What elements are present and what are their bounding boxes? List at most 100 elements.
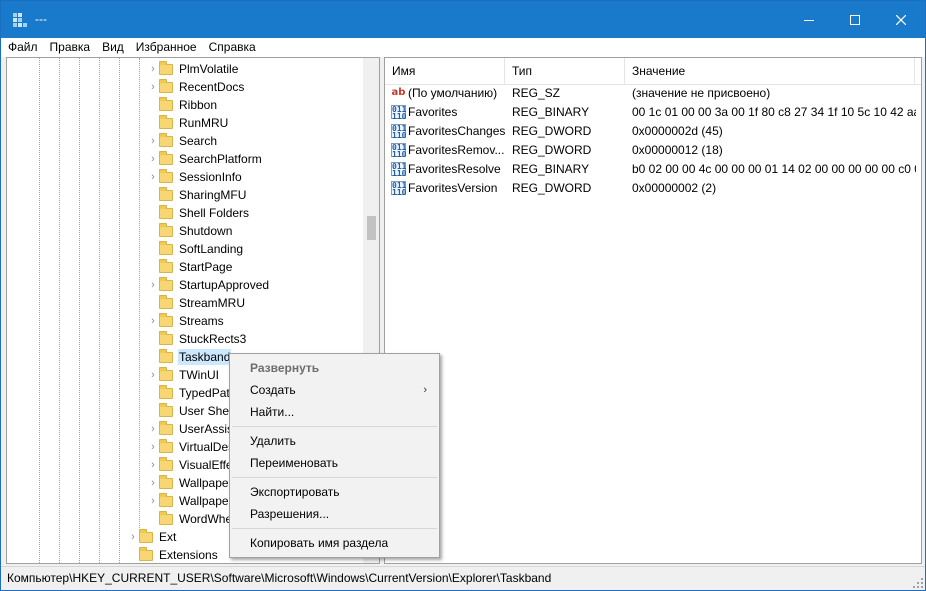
chevron-right-icon[interactable]: › — [147, 60, 159, 78]
folder-icon — [159, 78, 173, 93]
tree-item[interactable]: › SessionInfo — [147, 168, 243, 186]
tree-item[interactable]: StreamMRU — [147, 294, 246, 312]
folder-icon — [159, 492, 173, 507]
tree-item[interactable]: RunMRU — [147, 114, 229, 132]
binary-value-icon: 011 110 — [391, 162, 407, 178]
tree-item[interactable]: › StartupApproved — [147, 276, 270, 294]
menu-file[interactable]: Файл — [1, 38, 44, 57]
cell-value: (значение не присвоено) — [632, 86, 771, 100]
cell-type: REG_DWORD — [512, 124, 592, 138]
tree-item[interactable]: › PlmVolatile — [147, 60, 239, 78]
cell-type: REG_BINARY — [512, 105, 590, 119]
folder-icon — [159, 150, 173, 165]
tree-item-label: SessionInfo — [179, 170, 242, 184]
table-row[interactable]: 011 110 FavoritesRemov... REG_DWORD 0x000000… — [385, 141, 921, 160]
menu-view[interactable]: Вид — [96, 38, 130, 57]
tree-item[interactable]: SharingMFU — [147, 186, 247, 204]
folder-icon — [159, 60, 173, 75]
resize-grip-icon[interactable] — [913, 578, 923, 588]
tree-item[interactable]: › Streams — [147, 312, 225, 330]
chevron-right-icon[interactable]: › — [147, 420, 159, 438]
tree-item[interactable]: Extensions — [127, 546, 219, 563]
tree-item[interactable]: Ribbon — [147, 96, 218, 114]
folder-icon — [159, 294, 173, 309]
column-type-header[interactable]: Тип — [505, 58, 625, 84]
cell-value: b0 02 00 00 4c 00 00 00 01 14 02 00 00 0… — [632, 162, 916, 176]
tree-item[interactable]: SoftLanding — [147, 240, 244, 258]
tree-item-label: RunMRU — [179, 116, 229, 130]
folder-icon — [139, 528, 153, 543]
minimize-button[interactable] — [786, 1, 832, 38]
chevron-right-icon[interactable]: › — [147, 150, 159, 168]
tree-item-label: Extensions — [159, 548, 218, 562]
folder-icon — [159, 330, 173, 345]
tree-item[interactable]: Shell Folders — [147, 204, 250, 222]
menu-help[interactable]: Справка — [203, 38, 262, 57]
window-title: --- — [35, 12, 47, 26]
chevron-right-icon[interactable]: › — [127, 528, 139, 546]
tree-item[interactable]: › SearchPlatform — [147, 150, 263, 168]
column-value-header[interactable]: Значение — [625, 58, 915, 84]
chevron-right-icon[interactable]: › — [147, 492, 159, 510]
title-bar[interactable]: --- — [1, 1, 925, 38]
tree-item[interactable]: StartPage — [147, 258, 233, 276]
tree-item-label: RecentDocs — [179, 80, 245, 94]
tree-scrollbar-thumb[interactable] — [367, 216, 376, 240]
maximize-icon — [850, 14, 860, 25]
folder-icon — [159, 276, 173, 291]
chevron-right-icon[interactable]: › — [147, 474, 159, 492]
table-row[interactable]: 011 110 Favorites REG_BINARY 00 1c 01 00 00 … — [385, 103, 921, 122]
chevron-right-icon[interactable]: › — [147, 168, 159, 186]
chevron-right-icon[interactable]: › — [147, 132, 159, 150]
ctx-permissions[interactable]: Разрешения... — [232, 503, 437, 525]
tree-item[interactable]: › UserAssist — [147, 420, 237, 438]
close-icon — [896, 14, 906, 25]
close-button[interactable] — [878, 1, 924, 38]
chevron-right-icon[interactable]: › — [147, 456, 159, 474]
table-row[interactable]: 011 110 FavoritesVersion REG_DWORD 0x0000000… — [385, 179, 921, 198]
tree-item-label: SearchPlatform — [179, 152, 262, 166]
tree-item[interactable]: StuckRects3 — [147, 330, 247, 348]
column-name-header[interactable]: Имя — [385, 58, 505, 84]
folder-icon — [159, 366, 173, 381]
tree-item[interactable]: Shutdown — [147, 222, 233, 240]
cell-type: REG_SZ — [512, 86, 561, 100]
table-row[interactable]: ab (По умолчанию) REG_SZ (значение не присв… — [385, 84, 921, 103]
cell-name: (По умолчанию) — [408, 86, 498, 100]
values-list[interactable]: Имя Тип Значение ab (По умолчанию) REG_SZ (… — [384, 57, 922, 564]
ctx-create[interactable]: Создать › — [232, 379, 437, 401]
menu-favorites[interactable]: Избранное — [130, 38, 203, 57]
ctx-delete[interactable]: Удалить — [232, 430, 437, 452]
tree-item[interactable]: › Wallpapers — [147, 492, 240, 510]
chevron-right-icon[interactable]: › — [147, 438, 159, 456]
table-row[interactable]: 011 110 FavoritesResolve REG_BINARY b0 02 00… — [385, 160, 921, 179]
ctx-expand[interactable]: Развернуть — [232, 357, 437, 379]
context-menu: Развернуть Создать › Найти... Удалить Пе… — [229, 353, 440, 558]
chevron-right-icon[interactable]: › — [147, 312, 159, 330]
ctx-export[interactable]: Экспортировать — [232, 481, 437, 503]
tree-item[interactable]: › Ext — [127, 528, 177, 546]
tree-item[interactable]: › Wallpaper — [147, 474, 234, 492]
table-row[interactable]: 011 110 FavoritesChanges REG_DWORD 0x0000002… — [385, 122, 921, 141]
folder-icon — [159, 186, 173, 201]
chevron-right-icon[interactable]: › — [147, 366, 159, 384]
tree-item-label: Wallpaper — [179, 476, 233, 490]
tree-item[interactable]: Taskband — [147, 348, 232, 366]
ctx-find[interactable]: Найти... — [232, 401, 437, 423]
regedit-app-icon — [13, 13, 27, 27]
chevron-right-icon[interactable]: › — [147, 78, 159, 96]
tree-item[interactable]: › TWinUI — [147, 366, 220, 384]
menu-edit[interactable]: Правка — [44, 38, 97, 57]
tree-item[interactable]: › Search — [147, 132, 218, 150]
ctx-rename[interactable]: Переименовать — [232, 452, 437, 474]
tree-item[interactable]: › RecentDocs — [147, 78, 245, 96]
ctx-copy-key-name[interactable]: Копировать имя раздела — [232, 532, 437, 554]
folder-icon — [159, 240, 173, 255]
maximize-button[interactable] — [832, 1, 878, 38]
tree-guide-line — [59, 58, 60, 563]
chevron-right-icon[interactable]: › — [147, 276, 159, 294]
